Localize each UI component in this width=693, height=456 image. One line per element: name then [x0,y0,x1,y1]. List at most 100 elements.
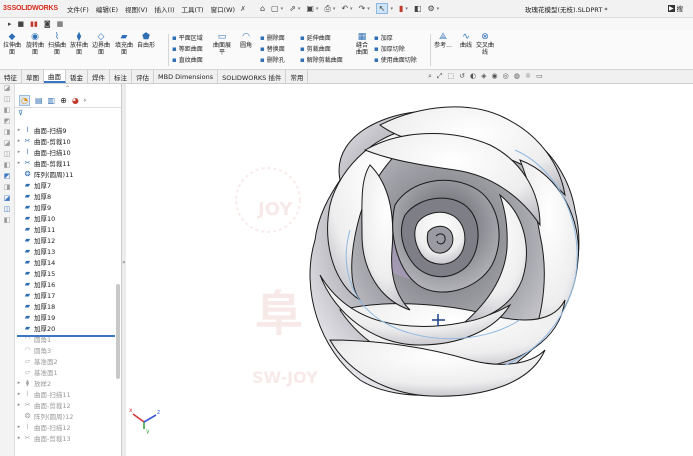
strip-tool-icon[interactable]: ◫ [0,205,14,216]
tab-2[interactable]: 曲面 [44,70,66,83]
tree-item[interactable]: ▰ 加厚14 [15,256,115,267]
tree-item[interactable]: ▸ ✂ 曲面-剪裁10 [15,135,115,146]
strip-tool-icon[interactable]: ◪ [0,84,14,95]
tree-item[interactable]: ▰ 加厚16 [15,278,115,289]
expand-arrow-icon[interactable]: ▸ [15,380,23,386]
tree-item[interactable]: ▰ 加厚15 [15,267,115,278]
tab-9[interactable]: 常用 [286,70,309,83]
options-gear-icon[interactable]: ⚙ [427,4,434,13]
tab-0[interactable]: 特征 [0,70,22,83]
print-icon[interactable]: ⎙ [324,4,330,14]
save-dropdown-icon[interactable]: ▾ [316,6,319,12]
menu-tools[interactable]: 工具(T) [182,4,204,14]
redo-dropdown-icon[interactable]: ▾ [367,6,370,12]
ribbon-reference-geometry-button[interactable]: ⟁ 参考... [433,32,453,49]
options-dropdown-icon[interactable]: ▾ [437,6,440,12]
strip-tool-icon[interactable]: ◧ [0,161,14,172]
ribbon-col4-0-button[interactable]: ▪ 加厚 [374,33,393,43]
menu-window[interactable]: 窗口(W) [211,4,236,14]
expand-arrow-icon[interactable]: ▸ [15,424,23,430]
menu-edit[interactable]: 编辑(E) [96,4,118,14]
more-tabs-icon[interactable]: › [84,97,86,104]
solidworks-logo[interactable]: 3S SOLIDWORKS [3,5,61,12]
strip-tool-icon[interactable]: ◩ [0,172,14,183]
tab-1[interactable]: 草图 [22,70,44,83]
tree-item[interactable]: ◠ 圆角3 [15,344,115,355]
strip-tool-icon[interactable]: ◪ [0,194,14,205]
expand-arrow-icon[interactable]: ▸ [15,160,23,166]
select-icon[interactable]: ↖ [375,3,389,14]
tree-item[interactable]: ▰ 加厚17 [15,289,115,300]
strip-tool-icon[interactable]: ◧ [0,106,14,117]
file-properties-icon[interactable]: ◧ [414,4,422,13]
tab-6[interactable]: 评估 [132,70,154,83]
search-view-icon[interactable]: ⌕ [428,72,432,81]
expand-arrow-icon[interactable]: ▸ [15,402,23,408]
ribbon-boundary-surface-button[interactable]: ◇ 边界曲面 [91,32,111,56]
pin-icon[interactable]: ✗ [240,5,246,13]
ribbon-col3-1-button[interactable]: ▪ 剪裁曲面 [300,44,331,54]
tree-item[interactable]: ▰ 加厚10 [15,212,115,223]
display-style-icon[interactable]: ◉ [492,72,498,81]
save-icon[interactable]: ▣ [306,4,314,13]
view-orientation-icon[interactable]: ◈ [481,72,486,81]
hide-show-icon[interactable]: ◎ [503,72,509,81]
tab-8[interactable]: SOLIDWORKS 插件 [218,70,287,83]
tree-item[interactable]: ▰ 加厚19 [15,311,115,322]
ribbon-intersection-curve-button[interactable]: ⊗ 交叉曲线 [475,32,495,56]
ribbon-col2-2-button[interactable]: ▪ 删除孔 [260,55,285,65]
appearance-icon[interactable]: ◍ [514,72,520,81]
panel-collapse-icon[interactable]: ⌃ [65,85,70,92]
expand-arrow-icon[interactable]: ▸ [15,391,23,397]
tree-item[interactable]: ▸ ✂ 曲面-剪裁12 [15,399,115,410]
tree-item[interactable]: ▸ ⧫ 放样2 [15,377,115,388]
tree-item[interactable]: ▰ 加厚18 [15,300,115,311]
ribbon-col2-1-button[interactable]: ▪ 替换面 [260,44,285,54]
strip-tool-icon[interactable]: ◧ [0,216,14,227]
ribbon-col1-1-button[interactable]: ▪ 等距曲面 [172,44,203,54]
tree-item[interactable]: ▰ 加厚12 [15,234,115,245]
print-dropdown-icon[interactable]: ▾ [333,6,336,12]
zoom-fit-icon[interactable]: ⤢ [437,72,443,81]
tree-item[interactable]: ▸ ⌇ 曲面-扫描12 [15,421,115,432]
view-settings-icon[interactable]: ▭ [536,72,543,81]
property-manager-tab-icon[interactable]: ▤ [35,96,43,105]
previous-view-icon[interactable]: ↺ [459,72,465,81]
ribbon-curves-button[interactable]: ∿ 曲线 [456,32,476,49]
open-dropdown-icon[interactable]: ▾ [298,6,301,12]
section-view-icon[interactable]: ◐ [470,72,476,81]
stop-icon[interactable]: ■ [18,20,25,28]
rebuild-icon[interactable]: ▮ [399,4,403,13]
tree-item[interactable]: ▰ 加厚7 [15,179,115,190]
strip-tool-icon[interactable]: ◨ [0,128,14,139]
rose-model[interactable]: JOY 阜 SW-JOY [126,84,693,456]
home-icon[interactable]: ⌂ [260,4,265,13]
recorder-icon[interactable]: ◙ [44,20,51,28]
tree-item[interactable]: ▰ 加厚8 [15,190,115,201]
tree-item[interactable]: ▱ 基准面2 [15,355,115,366]
tree-item[interactable]: ❂ 阵列(圆周)11 [15,168,115,179]
menu-insert[interactable]: 插入(I) [155,4,175,14]
rose-bud-core[interactable] [426,225,454,254]
ribbon-fillet-button[interactable]: ◠ 圆角 [236,32,256,49]
zoom-area-icon[interactable]: ⬚ [448,72,455,81]
tab-5[interactable]: 标注 [110,70,132,83]
expand-arrow-icon[interactable]: ▸ [15,127,23,133]
new-dropdown-icon[interactable]: ▾ [281,6,284,12]
ribbon-extruded-surface-button[interactable]: ◆ 拉伸曲面 [2,32,22,56]
rebuild-dropdown-icon[interactable]: ▾ [405,6,408,12]
expand-arrow-icon[interactable]: ▸ [15,138,23,144]
ribbon-col1-2-button[interactable]: ▪ 直纹曲面 [172,55,203,65]
redo-icon[interactable]: ↷ [359,4,366,13]
tab-4[interactable]: 焊件 [88,70,110,83]
expand-arrow-icon[interactable]: ▸ [15,149,23,155]
menu-file[interactable]: 文件(F) [67,4,89,14]
tree-scrollbar[interactable] [116,284,120,379]
ribbon-lofted-surface-button[interactable]: ⧫ 放样曲面 [69,32,89,56]
tree-item[interactable]: ▰ 加厚11 [15,223,115,234]
tab-3[interactable]: 钣金 [66,70,88,83]
menu-view[interactable]: 视图(V) [125,4,148,14]
scene-icon[interactable]: ☼ [525,72,531,81]
tree-item[interactable]: ▰ 加厚13 [15,245,115,256]
ribbon-col3-0-button[interactable]: ▪ 延伸曲面 [300,33,331,43]
